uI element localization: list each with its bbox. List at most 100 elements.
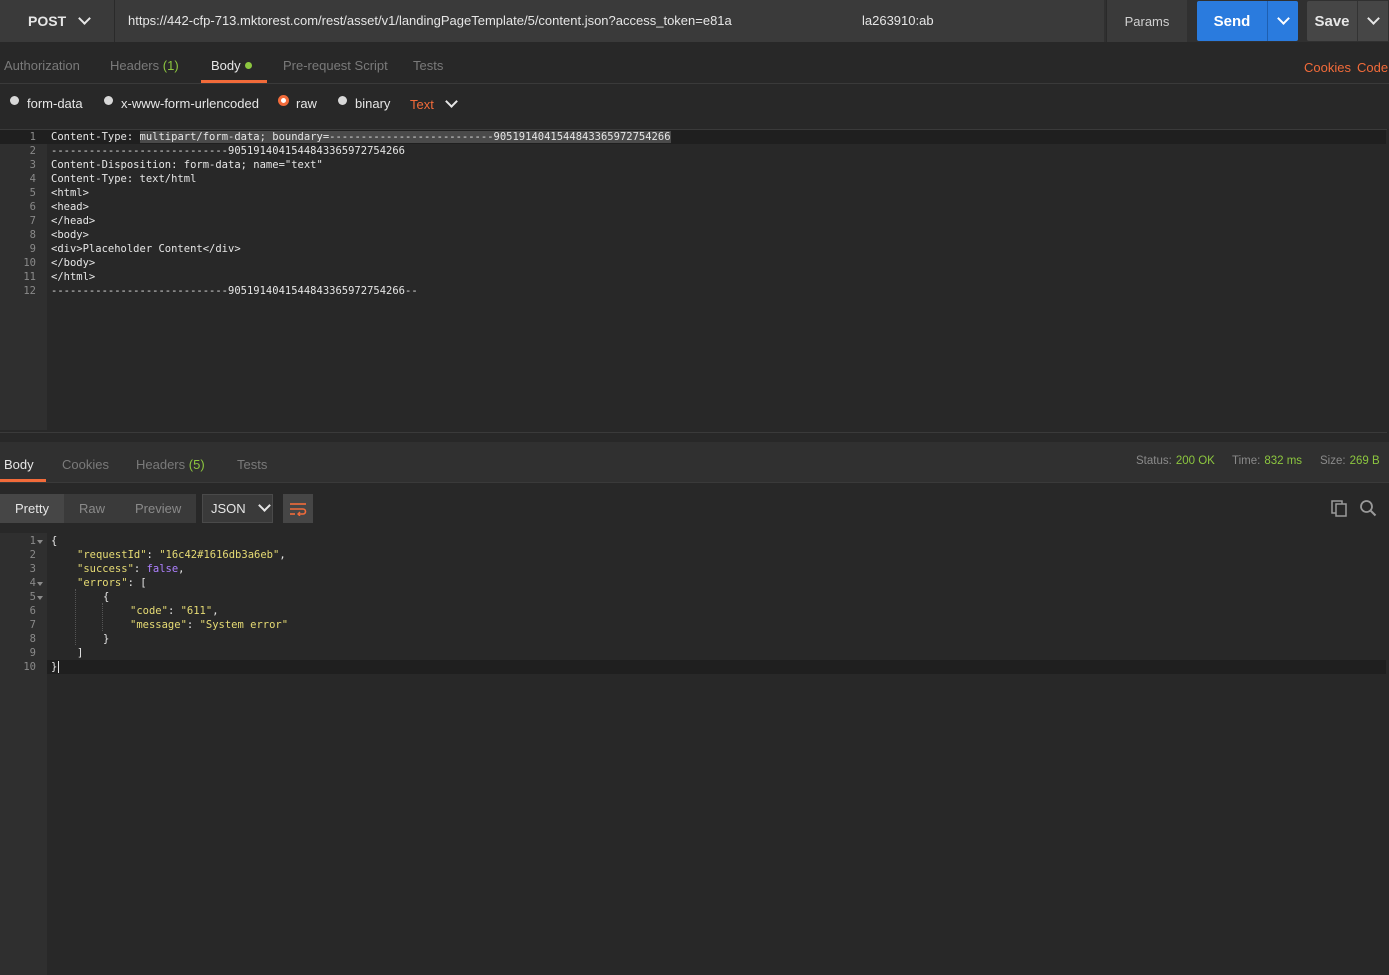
pretty-button[interactable]: Pretty xyxy=(0,494,64,523)
request-code-line: <head> xyxy=(51,201,89,213)
method-select[interactable]: POST xyxy=(0,0,114,42)
resp-line-2: "requestId": "16c42#1616db3a6eb", xyxy=(77,549,286,561)
chevron-down-icon xyxy=(1276,11,1290,25)
cookies-link[interactable]: Cookies xyxy=(1304,60,1351,75)
resp-line-4: "errors": [ xyxy=(77,577,147,589)
request-tabs xyxy=(0,42,1389,84)
response-active-line xyxy=(47,660,1386,674)
copy-icon xyxy=(1331,500,1347,517)
tab-headers[interactable]: Headers (1) xyxy=(110,58,179,73)
radio-form-data[interactable] xyxy=(10,96,19,105)
line1-selection: multipart/form-data; boundary=----------… xyxy=(139,131,671,143)
status-label: Status: xyxy=(1136,455,1172,467)
line-number: 11 xyxy=(23,271,36,283)
json-val-request-id: "16c42#1616db3a6eb" xyxy=(159,549,280,561)
json-inner-close: } xyxy=(103,633,110,645)
url-text: https://442-cfp-713.mktorest.com/rest/as… xyxy=(128,13,732,28)
send-button[interactable]: Send xyxy=(1197,1,1267,41)
format-label: JSON xyxy=(211,501,246,516)
radio-raw[interactable] xyxy=(278,95,289,106)
indent-guide xyxy=(75,589,77,645)
response-tab-tests[interactable]: Tests xyxy=(237,457,267,472)
resp-line-10: } xyxy=(51,660,60,674)
resp-line-7: "message": "System error" xyxy=(130,619,289,631)
line-number: 7 xyxy=(29,619,36,631)
tab-headers-count: (1) xyxy=(162,58,179,73)
resp-line-1: { xyxy=(51,534,57,548)
form-data-label: form-data xyxy=(27,96,83,111)
radio-binary[interactable] xyxy=(338,96,347,105)
tab-body[interactable]: Body xyxy=(211,58,252,73)
wrap-lines-button[interactable] xyxy=(283,494,313,523)
active-tab-underline xyxy=(201,80,267,83)
body-type-select[interactable]: Text xyxy=(410,95,459,112)
preview-button[interactable]: Preview xyxy=(120,494,196,523)
tab-authorization[interactable]: Authorization xyxy=(4,58,80,73)
send-dropdown-button[interactable] xyxy=(1267,1,1298,41)
request-code-line: ----------------------------905191404154… xyxy=(51,285,418,297)
line-number: 5 xyxy=(29,187,36,199)
json-val-message: "System error" xyxy=(199,619,289,631)
line-number: 3 xyxy=(29,563,36,575)
json-key-code: "code" xyxy=(130,605,168,617)
url-input[interactable]: https://442-cfp-713.mktorest.com/rest/as… xyxy=(114,0,1104,42)
json-inner-open: { xyxy=(103,591,110,603)
radio-urlencoded[interactable] xyxy=(104,96,113,105)
json-close-brace: } xyxy=(51,661,58,673)
request-code-line: <body> xyxy=(51,229,89,241)
response-headers-label: Headers xyxy=(136,457,186,472)
json-val-code: "611" xyxy=(180,605,213,617)
request-body-editor[interactable] xyxy=(0,129,1387,433)
response-tab-cookies[interactable]: Cookies xyxy=(62,457,109,472)
request-line-1: Content-Type: multipart/form-data; bound… xyxy=(51,130,671,144)
json-open-bracket: [ xyxy=(140,577,147,589)
url-tail-text: la263910:ab xyxy=(862,13,934,28)
save-dropdown-button[interactable] xyxy=(1357,1,1388,41)
json-val-success: false xyxy=(146,563,179,575)
fold-arrow-icon[interactable] xyxy=(37,596,43,600)
copy-button[interactable] xyxy=(1328,497,1350,519)
save-button[interactable]: Save xyxy=(1307,1,1357,41)
fold-arrow-icon[interactable] xyxy=(37,540,43,544)
line-number: 10 xyxy=(23,661,36,673)
status-meta: Status: 200 OK xyxy=(1136,455,1215,467)
tab-body-label: Body xyxy=(211,58,241,73)
line-number: 2 xyxy=(29,549,36,561)
line-number: 3 xyxy=(29,159,36,171)
search-icon xyxy=(1360,500,1377,517)
response-active-underline xyxy=(0,479,46,482)
line-number: 2 xyxy=(29,145,36,157)
line1-prefix: Content-Type: xyxy=(51,131,140,143)
line-number: 4 xyxy=(29,173,36,185)
resp-line-5: { xyxy=(103,590,109,604)
tab-prerequest-script[interactable]: Pre-request Script xyxy=(283,58,388,73)
format-select[interactable]: JSON xyxy=(202,494,273,523)
response-tab-body[interactable]: Body xyxy=(4,457,34,472)
fold-arrow-icon[interactable] xyxy=(37,582,43,586)
time-meta: Time: 832 ms xyxy=(1232,455,1302,467)
params-button[interactable]: Params xyxy=(1106,0,1187,42)
request-code-line: <html> xyxy=(51,187,89,199)
response-tab-headers[interactable]: Headers (5) xyxy=(136,457,205,472)
tab-headers-label: Headers xyxy=(110,58,160,73)
line-number: 6 xyxy=(29,201,36,213)
line-number: 8 xyxy=(29,229,36,241)
json-close-bracket: ] xyxy=(77,647,84,659)
size-value: 269 B xyxy=(1349,455,1380,467)
line-number: 1 xyxy=(29,535,36,547)
code-link[interactable]: Code xyxy=(1357,60,1388,75)
line-number: 10 xyxy=(23,257,36,269)
json-key-message: "message" xyxy=(130,619,187,631)
line-number: 8 xyxy=(29,633,36,645)
line-number: 5 xyxy=(29,591,36,603)
search-button[interactable] xyxy=(1357,497,1379,519)
line-number: 12 xyxy=(23,285,36,297)
json-key-success: "success" xyxy=(77,563,134,575)
line-number: 9 xyxy=(29,647,36,659)
resp-line-3: "success": false, xyxy=(77,563,185,575)
tab-tests[interactable]: Tests xyxy=(413,58,443,73)
raw-label: raw xyxy=(296,96,317,111)
request-code-line: </body> xyxy=(51,257,96,269)
raw-button[interactable]: Raw xyxy=(64,494,120,523)
line-number: 4 xyxy=(29,577,36,589)
